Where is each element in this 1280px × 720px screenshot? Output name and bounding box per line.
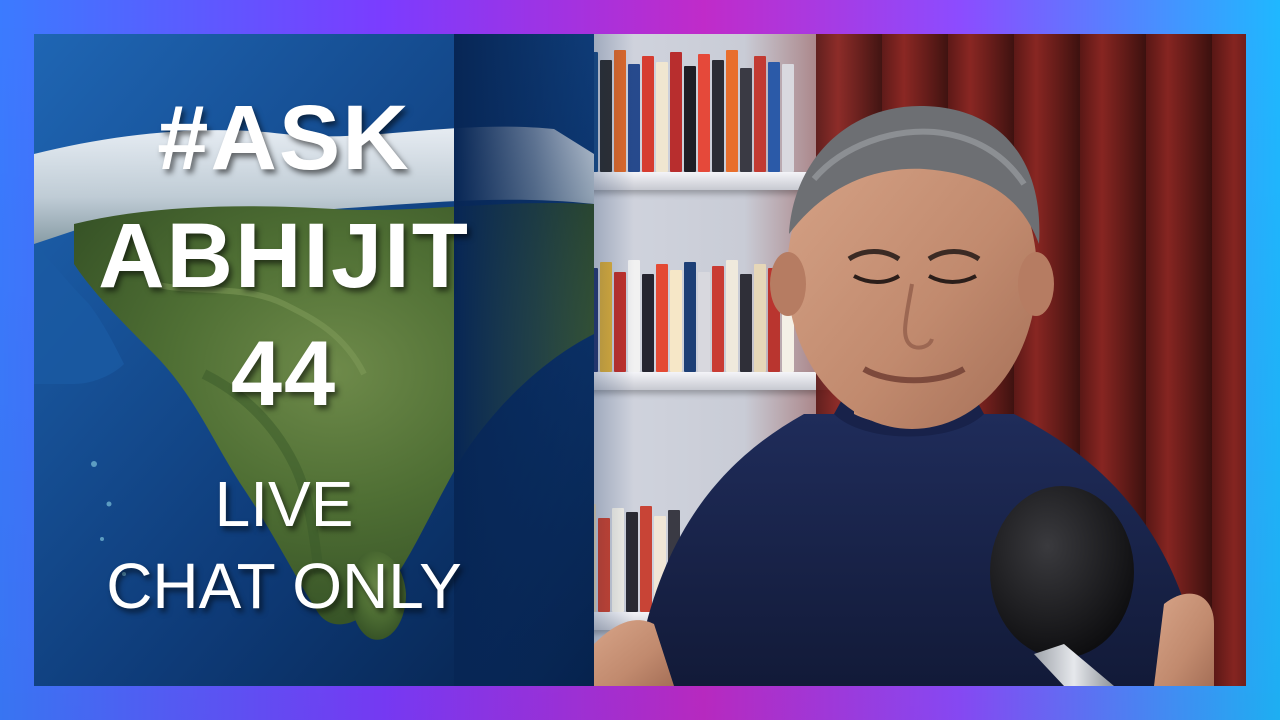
subtitle-chat-only: CHAT ONLY [106,550,462,622]
title-line-episode: 44 [230,323,338,425]
person-illustration [594,105,1214,686]
thumbnail-image: #ASK ABHIJIT 44 LIVE CHAT ONLY [34,34,1246,686]
title-line-name: ABHIJIT [98,205,470,307]
subtitle-live: LIVE [214,468,354,540]
host-person [594,84,1214,686]
title-line-hashtag: #ASK [157,87,411,189]
